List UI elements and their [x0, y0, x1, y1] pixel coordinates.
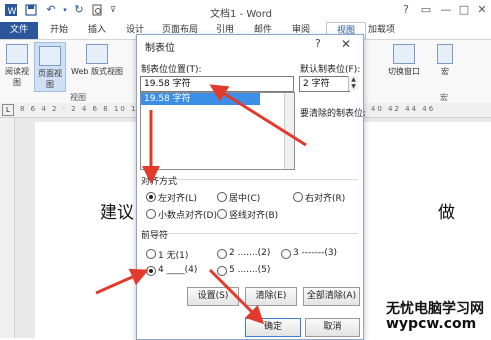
tab-stop-position-input[interactable]: 19.58 字符 [140, 76, 294, 92]
tab-stops-list[interactable]: 19.58 字符 [140, 92, 295, 170]
tab-home[interactable]: 开始 [48, 22, 70, 39]
align-center-label: 居中(C) [229, 194, 261, 204]
close-button[interactable]: ✕ [474, 2, 490, 18]
leader-underline-label: 4 ____(4) [158, 265, 198, 275]
dialog-title: 制表位 [145, 43, 175, 54]
macro-icon [437, 44, 453, 64]
macros-label: 宏 [441, 67, 449, 76]
list-item[interactable]: 19.58 字符 [141, 93, 260, 105]
tab-stop-position-label: 制表位位置(T): [141, 65, 202, 75]
minimize-button[interactable]: — [438, 2, 454, 18]
maximize-button[interactable]: □ [456, 2, 472, 18]
leader-dots-radio[interactable] [217, 249, 227, 259]
align-decimal-label: 小数点对齐(D) [158, 211, 217, 221]
leader-middle-dots-radio[interactable] [217, 266, 227, 276]
divider [167, 233, 358, 234]
macros-button[interactable]: 宏 [434, 44, 456, 77]
clear-all-button[interactable]: 全部清除(A) [303, 287, 360, 306]
align-decimal-radio[interactable] [146, 209, 156, 219]
redo-icon[interactable]: ↻ [72, 3, 86, 17]
undo-icon[interactable]: ↶ [44, 3, 58, 17]
dialog-close-button[interactable]: ✕ [341, 37, 351, 51]
print-preview-icon[interactable] [90, 3, 104, 17]
tabs-dialog: 制表位 ? ✕ 制表位位置(T): 19.58 字符 19.58 字符 默认制表… [136, 34, 367, 340]
alignment-group-label: 对齐方式 [141, 177, 178, 187]
default-tab-stops-input[interactable]: 2 字符 [299, 76, 350, 92]
word-logo-icon: W [4, 3, 18, 17]
tab-stops-to-clear-label: 要清除的制表位: [300, 109, 367, 119]
leader-none-label: 1 无(1) [158, 251, 189, 261]
leader-underline-radio[interactable] [146, 266, 156, 276]
leader-group-label: 前导符 [141, 231, 169, 241]
set-button[interactable]: 设置(S) [187, 287, 239, 306]
globe-icon [86, 44, 108, 64]
switch-window-button[interactable]: 切换窗口 [384, 44, 424, 77]
read-mode-label: 阅读视图 [5, 67, 29, 87]
print-layout-button[interactable]: 页面视图 [34, 42, 66, 92]
leader-middle-dots-label: 5 .......(5) [229, 265, 271, 275]
print-layout-label: 页面视图 [38, 69, 62, 89]
align-bar-radio[interactable] [217, 209, 227, 219]
leader-none-radio[interactable] [146, 249, 156, 259]
spin-arrows-icon[interactable]: ▲ ▼ [348, 76, 358, 91]
leader-dashes-radio[interactable] [281, 249, 291, 259]
align-left-radio[interactable] [146, 192, 156, 202]
dialog-help-button[interactable]: ? [315, 37, 321, 50]
leader-dots-label: 2 .......(2) [229, 248, 271, 258]
group-view-label: 视图 [70, 93, 86, 102]
default-tab-stops-label: 默认制表位(F): [300, 65, 361, 75]
tab-file[interactable]: 文件 [0, 22, 38, 39]
web-layout-button[interactable]: Web 版式视图 [68, 44, 126, 77]
read-mode-button[interactable]: 阅读视图 [2, 44, 32, 88]
align-right-radio[interactable] [293, 192, 303, 202]
web-layout-label: Web 版式视图 [71, 67, 123, 76]
book-icon [6, 44, 28, 64]
watermark-title: 无忧电脑学习网 [386, 301, 484, 317]
help-button[interactable]: ? [398, 2, 414, 18]
windows-icon [393, 44, 415, 64]
divider [173, 179, 358, 180]
ribbon-display-button[interactable]: ▭ [418, 2, 434, 18]
switch-window-label: 切换窗口 [388, 67, 420, 76]
tab-addins[interactable]: 加载项 [366, 22, 397, 39]
tab-selector-icon[interactable]: L [2, 104, 14, 116]
ok-button[interactable]: 确定 [245, 318, 301, 337]
document-text-right: 做 [438, 203, 455, 223]
align-center-radio[interactable] [217, 192, 227, 202]
customize-quick-access-icon[interactable]: ⊽ [106, 3, 120, 17]
leader-dashes-label: 3 -------(3) [293, 248, 338, 258]
window-title: 文档1 - Word [210, 9, 273, 20]
save-icon[interactable] [24, 3, 38, 17]
title-bar: W ↶ ▾ ↻ ⊽ 文档1 - Word ? ▭ — □ ✕ [0, 0, 491, 22]
watermark-url: wypcw.com [386, 316, 477, 332]
align-bar-label: 竖线对齐(B) [229, 211, 279, 221]
list-scrollbar[interactable] [284, 93, 294, 169]
vertical-ruler[interactable] [0, 118, 15, 338]
align-right-label: 右对齐(R) [305, 194, 346, 204]
page-icon [39, 46, 61, 66]
svg-text:W: W [8, 7, 17, 17]
align-left-label: 左对齐(L) [158, 194, 198, 204]
tab-insert[interactable]: 插入 [86, 22, 108, 39]
undo-dropdown-icon[interactable]: ▾ [58, 3, 72, 17]
group-macro-label: 宏 [440, 93, 448, 102]
cancel-button[interactable]: 取消 [305, 318, 360, 337]
clear-button[interactable]: 清除(E) [245, 287, 297, 306]
document-text-left: 建议 [100, 203, 134, 223]
